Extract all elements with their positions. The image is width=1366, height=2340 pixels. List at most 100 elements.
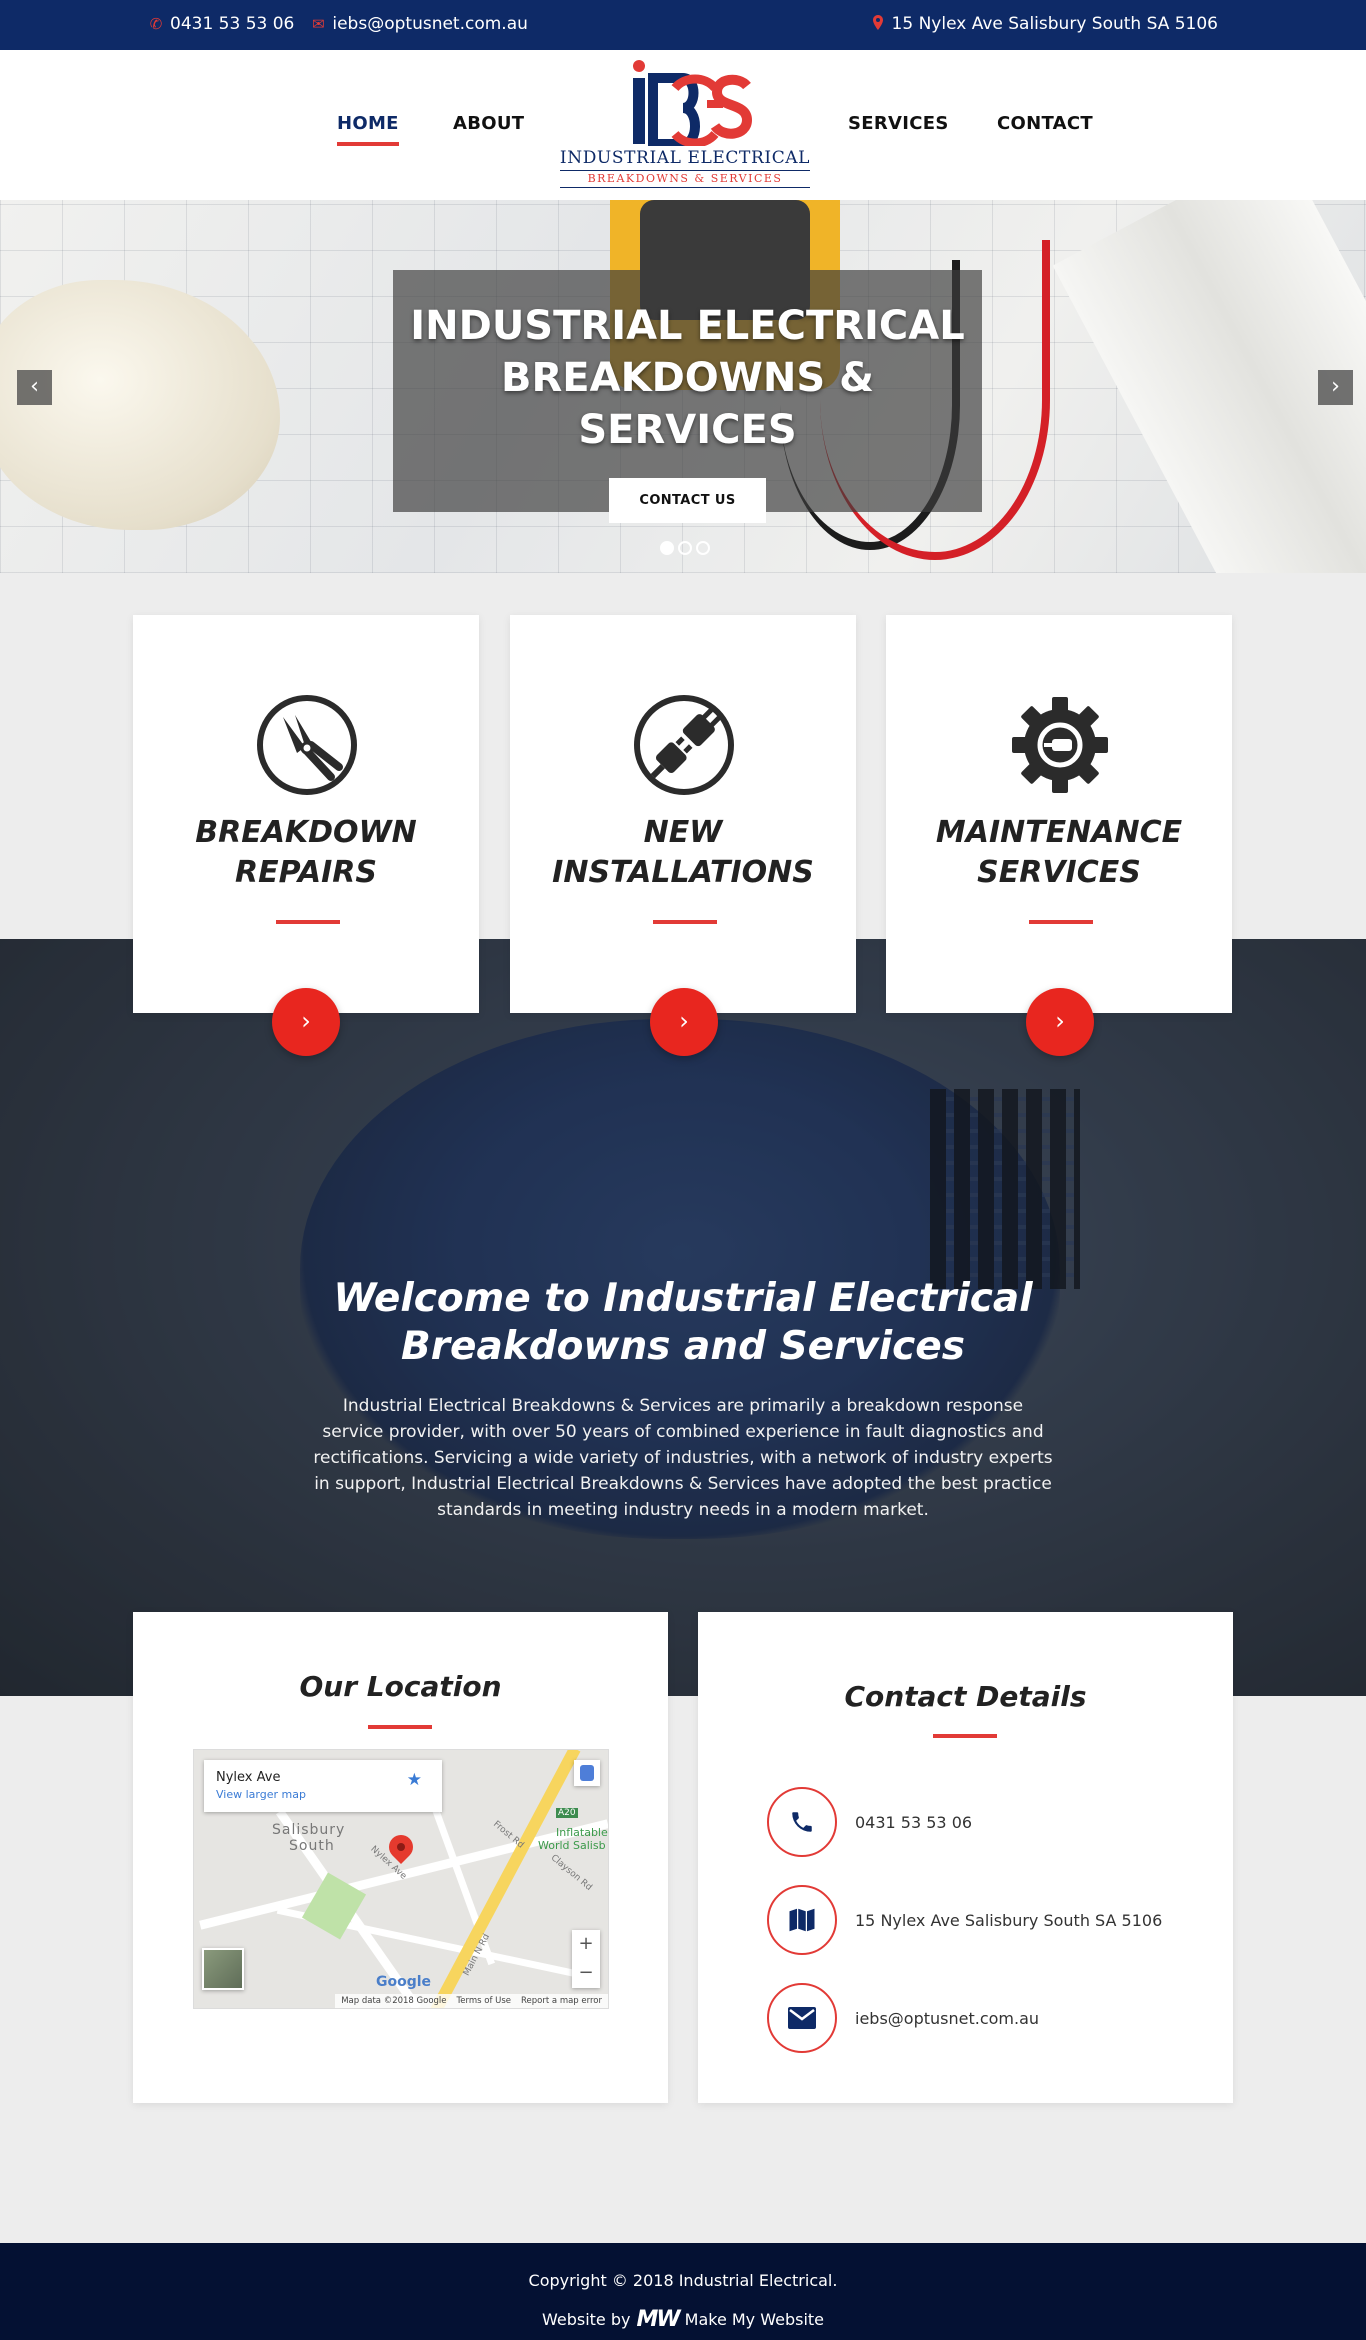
slider-dot[interactable]: [696, 541, 710, 555]
pliers-icon: [257, 695, 357, 795]
accent-bar: [1029, 920, 1093, 924]
contact-panel: Contact Details 0431 53 53 06 15 Nylex A…: [698, 1612, 1233, 2103]
map-label: Inflatable: [556, 1826, 608, 1839]
contact-title: Contact Details: [844, 1680, 1087, 1713]
logo-line2: BREAKDOWNS & SERVICES: [587, 172, 783, 185]
hero-caption: INDUSTRIAL ELECTRICAL BREAKDOWNS & SERVI…: [393, 270, 982, 523]
nav-home[interactable]: HOME: [337, 113, 399, 146]
view-larger-map-link[interactable]: View larger map: [216, 1788, 306, 1801]
footer: Copyright © 2018 Industrial Electrical. …: [0, 2243, 1366, 2340]
contact-us-button[interactable]: CONTACT US: [609, 478, 766, 523]
maintenance-more-button[interactable]: ›: [1026, 988, 1094, 1056]
installations-more-button[interactable]: ›: [650, 988, 718, 1056]
logo[interactable]: INDUSTRIAL ELECTRICAL BREAKDOWNS & SERVI…: [555, 60, 815, 190]
topbar-phone-text: 0431 53 53 06: [170, 14, 295, 34]
google-map[interactable]: Salisbury South Frost Rd Clayson Rd Main…: [193, 1749, 609, 2009]
envelope-icon: ✉: [312, 15, 325, 33]
service-card-installations[interactable]: NEW INSTALLATIONS: [510, 615, 856, 1013]
map-attribution: Map data ©2018 Google Terms of Use Repor…: [335, 1994, 608, 2008]
service-title-line2: SERVICES: [977, 855, 1141, 890]
logo-rule: [560, 187, 810, 188]
gear-plug-icon: [1012, 697, 1108, 793]
service-title-line1: BREAKDOWN: [195, 815, 417, 850]
nav-contact[interactable]: CONTACT: [997, 113, 1093, 134]
chevron-right-icon: ›: [301, 1007, 311, 1035]
logo-line1: INDUSTRIAL ELECTRICAL: [559, 148, 811, 168]
map-label: A20: [556, 1808, 578, 1818]
topbar-address-text: 15 Nylex Ave Salisbury South SA 5106: [891, 14, 1218, 34]
star-icon[interactable]: ★: [407, 1770, 422, 1790]
slider-dots: [660, 541, 710, 555]
satellite-toggle[interactable]: [202, 1948, 244, 1990]
header: HOME ABOUT INDUSTRIAL ELECTRICAL BREAKDO…: [0, 50, 1366, 200]
envelope-icon[interactable]: [767, 1983, 837, 2053]
map-place-name: Nylex Ave: [216, 1770, 281, 1785]
hero-title: INDUSTRIAL ELECTRICAL BREAKDOWNS & SERVI…: [393, 300, 982, 456]
slider-dot[interactable]: [660, 541, 674, 555]
topbar-email-text: iebs@optusnet.com.au: [332, 14, 528, 34]
chevron-right-icon: ›: [679, 1007, 689, 1035]
map-label: Salisbury: [272, 1822, 346, 1838]
slider-prev-button[interactable]: ‹: [17, 370, 52, 405]
welcome-section: Welcome to Industrial Electrical Breakdo…: [0, 1275, 1366, 1523]
service-title-line1: NEW: [643, 815, 723, 850]
map-brand: Google: [376, 1974, 432, 1990]
plug-icon: [634, 695, 734, 795]
map-data-text: Map data ©2018 Google: [341, 1996, 447, 2006]
top-bar: ✆ 0431 53 53 06 ✉ iebs@optusnet.com.au 1…: [0, 0, 1366, 50]
welcome-title-line2: Breakdowns and Services: [401, 1324, 965, 1369]
report-map-error-link[interactable]: Report a map error: [521, 1996, 602, 2006]
contact-address-row: 15 Nylex Ave Salisbury South SA 5106: [767, 1885, 1162, 1955]
page: ✆ 0431 53 53 06 ✉ iebs@optusnet.com.au 1…: [0, 0, 1366, 2340]
service-title-line2: INSTALLATIONS: [552, 855, 814, 890]
welcome-text: Industrial Electrical Breakdowns & Servi…: [313, 1396, 1053, 1520]
topbar-email[interactable]: ✉ iebs@optusnet.com.au: [310, 14, 528, 34]
phone-icon: ✆: [149, 15, 163, 33]
maker-name: Make My Website: [684, 2310, 825, 2329]
map-label: World Salisb: [538, 1839, 606, 1852]
topbar-phone[interactable]: ✆ 0431 53 53 06: [148, 14, 295, 34]
terms-link[interactable]: Terms of Use: [457, 1996, 512, 2006]
service-card-breakdown[interactable]: BREAKDOWN REPAIRS: [133, 615, 479, 1013]
contact-email[interactable]: iebs@optusnet.com.au: [855, 2009, 1039, 2028]
service-card-maintenance[interactable]: MAINTENANCE SERVICES: [886, 615, 1232, 1013]
welcome-title-line1: Welcome to Industrial Electrical: [333, 1276, 1033, 1321]
contact-phone[interactable]: 0431 53 53 06: [855, 1813, 972, 1832]
service-title: MAINTENANCE SERVICES: [886, 813, 1232, 893]
topbar-address: 15 Nylex Ave Salisbury South SA 5106: [870, 14, 1218, 34]
logo-rule: [560, 170, 810, 171]
make-my-website-logo: MW: [636, 2307, 680, 2332]
logo-monogram: [555, 60, 815, 146]
map-icon[interactable]: [767, 1885, 837, 1955]
welcome-title: Welcome to Industrial Electrical Breakdo…: [0, 1275, 1366, 1371]
accent-bar: [933, 1734, 997, 1738]
accent-bar: [368, 1725, 432, 1729]
contact-address: 15 Nylex Ave Salisbury South SA 5106: [855, 1910, 1163, 1930]
service-title: BREAKDOWN REPAIRS: [133, 813, 479, 893]
location-panel: Our Location Salisbury South Frost Rd Cl…: [133, 1612, 668, 2103]
website-credit[interactable]: Website by MW Make My Website: [0, 2307, 1366, 2332]
website-by-text: Website by: [541, 2310, 631, 2329]
breakdown-more-button[interactable]: ›: [272, 988, 340, 1056]
nav-services[interactable]: SERVICES: [848, 113, 949, 134]
map-label: South: [289, 1838, 335, 1854]
hero-title-line1: INDUSTRIAL ELECTRICAL: [410, 303, 965, 349]
zoom-in-button[interactable]: +: [572, 1930, 600, 1959]
contact-email-row: iebs@optusnet.com.au: [767, 1983, 1039, 2053]
location-title: Our Location: [299, 1670, 502, 1703]
copyright: Copyright © 2018 Industrial Electrical.: [528, 2271, 838, 2290]
map-info-card: Nylex Ave View larger map ★: [204, 1760, 442, 1812]
nav-about[interactable]: ABOUT: [453, 113, 524, 134]
accent-bar: [276, 920, 340, 924]
pegman-icon[interactable]: [574, 1760, 600, 1786]
accent-bar: [653, 920, 717, 924]
service-title-line2: REPAIRS: [235, 855, 377, 890]
phone-icon[interactable]: [767, 1787, 837, 1857]
slider-next-button[interactable]: ›: [1318, 370, 1353, 405]
hero-title-line2: BREAKDOWNS & SERVICES: [501, 355, 874, 453]
service-title-line1: MAINTENANCE: [935, 815, 1183, 850]
slider-dot[interactable]: [678, 541, 692, 555]
service-title: NEW INSTALLATIONS: [510, 813, 856, 893]
zoom-out-button[interactable]: −: [572, 1959, 600, 1988]
contact-phone-row: 0431 53 53 06: [767, 1787, 972, 1857]
